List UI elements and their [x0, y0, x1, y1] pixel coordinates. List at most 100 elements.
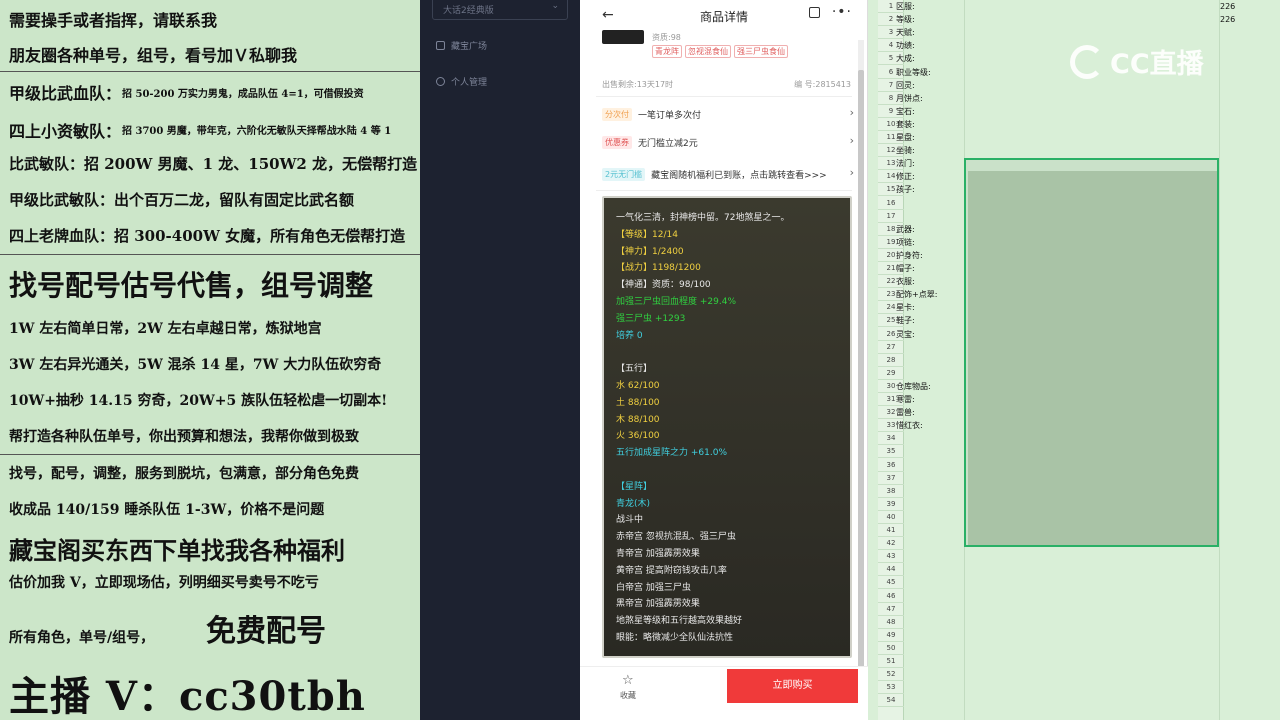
cell-label[interactable]: 仓库物品:: [896, 380, 931, 393]
cell-label[interactable]: 功绩:: [896, 39, 915, 52]
cell-label[interactable]: 回灵:: [896, 79, 915, 92]
scrollbar[interactable]: [858, 40, 864, 670]
sidebar-item-market[interactable]: 藏宝广场: [436, 39, 487, 52]
row-number[interactable]: 39: [878, 498, 904, 511]
banner-line: 招 50-200 万实力男鬼，成品队伍 4=1，可借假投资: [122, 89, 364, 100]
sidebar-item-label: 个人管理: [451, 78, 488, 88]
cell-label[interactable]: 武器:: [896, 223, 915, 236]
card-line: 强三尸虫 +1293: [616, 313, 686, 324]
row-number[interactable]: 48: [878, 616, 904, 629]
cell-label[interactable]: 衣服:: [896, 275, 915, 288]
cell-value[interactable]: 226: [1220, 0, 1235, 13]
banner-line: 1W 左右简单日常，2W 左右卓越日常，炼狱地宫: [9, 321, 322, 337]
card-line: 战斗中: [616, 515, 644, 526]
favorite-label[interactable]: 收藏: [620, 690, 636, 701]
banner-line: 3W 左右异光通关，5W 混杀 14 星，7W 大力队伍砍穷奇: [9, 357, 382, 373]
row-number[interactable]: 40: [878, 511, 904, 524]
card-line: 白帝宫 加强三尸虫: [616, 582, 691, 593]
row-number[interactable]: 38: [878, 485, 904, 498]
row-number[interactable]: 16: [878, 197, 904, 210]
header: ← 商品详情 ·•·: [580, 0, 868, 30]
banner-line: 收成品 140/159 睡杀队伍 1-3W，价格不是问题: [9, 502, 325, 518]
cell-label[interactable]: 鞋子:: [896, 314, 915, 327]
cell-label[interactable]: 法门:: [896, 157, 915, 170]
row-number[interactable]: 27: [878, 341, 904, 354]
row-number[interactable]: 47: [878, 603, 904, 616]
footer-bar: ☆ 收藏 立即购买: [580, 666, 868, 720]
cell-label[interactable]: 修正:: [896, 170, 915, 183]
cell-label[interactable]: 星卡:: [896, 301, 915, 314]
tag-list: 青龙阵 忽视混食仙 强三尸虫食仙: [652, 45, 788, 58]
card-line: 黑帝宫 加强霹雳效果: [616, 599, 700, 610]
row-number[interactable]: 28: [878, 354, 904, 367]
share-icon[interactable]: [809, 7, 820, 18]
item-tag: 青龙阵: [652, 45, 682, 58]
row-badge: 2元无门槛: [602, 167, 646, 181]
row-number[interactable]: 54: [878, 694, 904, 708]
selected-fill: [968, 171, 1217, 545]
cell-label[interactable]: 职业等级:: [896, 66, 931, 79]
row-number[interactable]: 29: [878, 367, 904, 380]
cell-label[interactable]: 配饰+点翠:: [896, 288, 937, 301]
server-select-value: 大话2经典版: [443, 6, 494, 16]
server-select[interactable]: 大话2经典版 ⌄: [432, 0, 568, 20]
cell-label[interactable]: 孩子:: [896, 183, 915, 196]
user-icon: [436, 77, 445, 86]
cell-label[interactable]: 项链:: [896, 236, 915, 249]
banner-heading: 藏宝阁买东西下单找我各种福利: [9, 536, 345, 565]
row-number[interactable]: 52: [878, 668, 904, 682]
cell-label[interactable]: 天赋:: [896, 26, 915, 39]
more-icon[interactable]: ·•·: [832, 4, 852, 20]
cell-label[interactable]: 坐骑:: [896, 144, 915, 157]
row-number[interactable]: 34: [878, 432, 904, 446]
cell-label[interactable]: 区服:: [896, 0, 915, 13]
star-icon[interactable]: ☆: [622, 673, 634, 688]
row-number[interactable]: 49: [878, 629, 904, 642]
cell-label[interactable]: 帽子:: [896, 262, 915, 275]
coupon-row[interactable]: 优惠券 无门槛立减2元 ›: [602, 132, 854, 152]
sidebar-item-account[interactable]: 个人管理: [436, 75, 487, 88]
cell-label[interactable]: 月饼点:: [896, 92, 923, 105]
card-line: 【战力】1198/1200: [616, 263, 701, 274]
row-text: 藏宝阁随机福利已到账，点击跳转查看>>>: [651, 170, 827, 181]
row-number[interactable]: 46: [878, 590, 904, 603]
row-number[interactable]: 37: [878, 472, 904, 485]
divider: [596, 190, 852, 191]
cell-label[interactable]: 惜红衣:: [896, 419, 923, 432]
buy-now-button[interactable]: 立即购买: [727, 669, 858, 703]
banner-line: 找号，配号，调整，服务到脱坑，包满意，部分角色免费: [9, 466, 359, 482]
row-number[interactable]: 53: [878, 681, 904, 695]
cell-label[interactable]: 宝石:: [896, 105, 915, 118]
cell-label[interactable]: 套装:: [896, 118, 915, 131]
installment-row[interactable]: 分次付 一笔订单多次付 ›: [602, 104, 854, 124]
row-number[interactable]: 41: [878, 524, 904, 538]
cell-label[interactable]: 大成:: [896, 52, 915, 65]
cell-label[interactable]: 雷兽:: [896, 406, 915, 419]
cell-label[interactable]: 灵宝:: [896, 328, 915, 341]
cell-value[interactable]: 226: [1220, 13, 1235, 26]
cell-label[interactable]: 星盘:: [896, 131, 915, 144]
row-number[interactable]: 51: [878, 655, 904, 669]
cell-label[interactable]: 寒雷:: [896, 393, 915, 406]
cell-label[interactable]: 护身符:: [896, 249, 923, 262]
row-number[interactable]: 45: [878, 576, 904, 590]
banner-line: 10W+抽秒 14.15 穷奇，20W+5 族队伍轻松虐一切副本!: [9, 393, 388, 409]
row-number[interactable]: 36: [878, 459, 904, 472]
scrollbar-thumb[interactable]: [858, 70, 864, 670]
row-number[interactable]: 42: [878, 537, 904, 551]
streamer-contact: 主播 V：cc30tbh: [9, 673, 366, 720]
row-number[interactable]: 17: [878, 210, 904, 223]
row-number[interactable]: 43: [878, 550, 904, 564]
card-line: 青帝宫 加强霹雳效果: [616, 548, 700, 559]
cc-live-watermark: CC直播: [1070, 42, 1204, 81]
banner-line: 比武敏队：招 200W 男魔、1 龙、150W2 龙，无偿帮打造: [9, 155, 418, 173]
divider: [0, 454, 420, 455]
row-number[interactable]: 50: [878, 642, 904, 655]
card-line: 黄帝宫 提高附窃钱攻击几率: [616, 565, 727, 576]
selected-range[interactable]: [964, 158, 1219, 547]
row-number[interactable]: 44: [878, 563, 904, 577]
banner-heading: 找号配号估号代售，组号调整: [9, 269, 374, 302]
cell-label[interactable]: 等级:: [896, 13, 915, 26]
benefit-row[interactable]: 2元无门槛 藏宝阁随机福利已到账，点击跳转查看>>> ›: [602, 164, 854, 184]
row-number[interactable]: 35: [878, 445, 904, 459]
